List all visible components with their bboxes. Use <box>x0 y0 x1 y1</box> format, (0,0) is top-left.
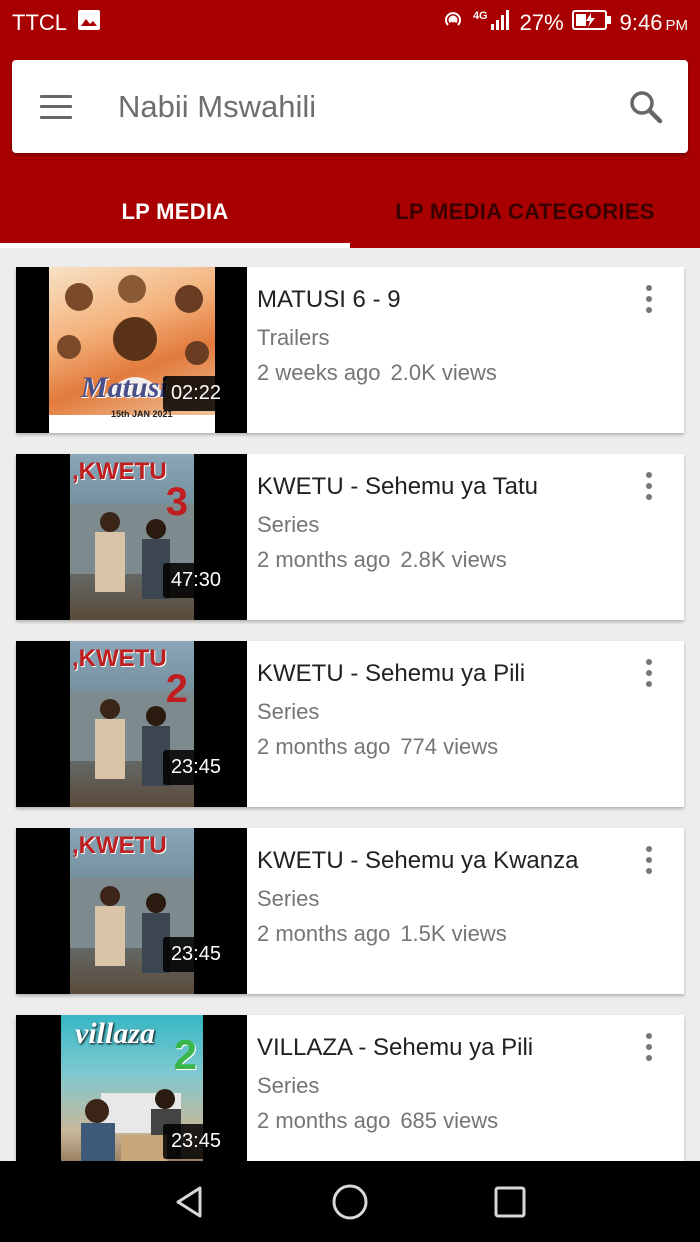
video-card[interactable]: ,KWETU 23:45 KWETU - Sehemu ya Kwanza Se… <box>16 828 684 994</box>
system-nav-bar <box>0 1161 700 1242</box>
search-icon[interactable] <box>628 89 664 125</box>
view-count: 1.5K views <box>400 921 507 946</box>
tab-bar: LP MEDIA LP MEDIA CATEGORIES <box>0 176 700 248</box>
poster-number: 3 <box>165 480 188 524</box>
network-type-label: 4G <box>472 10 488 22</box>
poster-number: 2 <box>173 1031 197 1078</box>
status-left: TTCL <box>12 9 101 37</box>
battery-charging-icon <box>571 10 612 36</box>
recent-apps-icon[interactable] <box>490 1182 530 1222</box>
video-meta: 2 months ago 685 views <box>257 1108 684 1134</box>
video-meta: 2 months ago 1.5K views <box>257 921 684 947</box>
search-bar[interactable]: Nabii Mswahili <box>12 60 688 153</box>
video-title[interactable]: KWETU - Sehemu ya Tatu <box>257 472 684 502</box>
view-count: 685 views <box>400 1108 499 1133</box>
video-category: Series <box>257 512 320 537</box>
back-icon[interactable] <box>170 1182 210 1222</box>
video-info[interactable]: KWETU - Sehemu ya Kwanza Series 2 months… <box>247 828 684 994</box>
duration-badge: 47:30 <box>162 563 229 598</box>
video-card[interactable]: Matusi 15th JAN 2021 02:22 MATUSI 6 - 9 … <box>16 267 684 433</box>
video-list: Matusi 15th JAN 2021 02:22 MATUSI 6 - 9 … <box>0 248 700 1161</box>
status-right: 4G 27% 9:46 PM <box>441 8 688 38</box>
more-options-icon[interactable] <box>644 846 654 874</box>
video-title[interactable]: KWETU - Sehemu ya Kwanza <box>257 846 684 876</box>
duration-badge: 23:45 <box>162 937 229 972</box>
upload-age: 2 months ago <box>257 1108 391 1133</box>
hamburger-menu-icon[interactable] <box>40 94 76 119</box>
video-thumbnail[interactable]: ,KWETU 23:45 <box>16 828 247 994</box>
poster-date: 15th JAN 2021 <box>111 409 173 419</box>
status-bar: TTCL 4G 27% 9:46 PM <box>0 0 700 46</box>
hotspot-icon <box>441 8 465 38</box>
video-category: Trailers <box>257 325 330 350</box>
upload-age: 2 months ago <box>257 547 391 572</box>
video-info[interactable]: KWETU - Sehemu ya Tatu Series 2 months a… <box>247 454 684 620</box>
upload-age: 2 months ago <box>257 734 391 759</box>
upload-age: 2 weeks ago <box>257 360 381 385</box>
duration-badge: 23:45 <box>162 750 229 785</box>
view-count: 2.8K views <box>400 547 507 572</box>
app-title: Nabii Mswahili <box>118 88 317 124</box>
clock: 9:46 PM <box>619 10 688 35</box>
video-info[interactable]: KWETU - Sehemu ya Pili Series 2 months a… <box>247 641 684 807</box>
view-count: 2.0K views <box>390 360 497 385</box>
battery-level: 27% <box>519 10 564 35</box>
video-thumbnail[interactable]: villaza 2 23:45 <box>16 1015 247 1161</box>
video-card[interactable]: ,KWETU 2 23:45 KWETU - Sehemu ya Pili Se… <box>16 641 684 807</box>
view-count: 774 views <box>400 734 499 759</box>
video-meta: 2 weeks ago 2.0K views <box>257 360 684 386</box>
video-thumbnail[interactable]: ,KWETU 2 23:45 <box>16 641 247 807</box>
home-icon[interactable] <box>330 1182 370 1222</box>
video-title[interactable]: MATUSI 6 - 9 <box>257 285 684 315</box>
video-card[interactable]: ,KWETU 3 47:30 KWETU - Sehemu ya Tatu Se… <box>16 454 684 620</box>
video-title[interactable]: KWETU - Sehemu ya Pili <box>257 659 684 689</box>
gallery-notification-icon <box>77 9 101 37</box>
video-title[interactable]: VILLAZA - Sehemu ya Pili <box>257 1033 684 1063</box>
video-thumbnail[interactable]: Matusi 15th JAN 2021 02:22 <box>16 267 247 433</box>
tab-lp-media[interactable]: LP MEDIA <box>0 176 350 248</box>
poster-title: ,KWETU <box>72 458 167 485</box>
poster-title: Matusi <box>81 371 168 404</box>
video-category: Series <box>257 886 320 911</box>
video-thumbnail[interactable]: ,KWETU 3 47:30 <box>16 454 247 620</box>
carrier-label: TTCL <box>12 10 67 35</box>
video-meta: 2 months ago 2.8K views <box>257 547 684 573</box>
upload-age: 2 months ago <box>257 921 391 946</box>
video-meta: 2 months ago 774 views <box>257 734 684 760</box>
video-category: Series <box>257 699 320 724</box>
more-options-icon[interactable] <box>644 1033 654 1061</box>
more-options-icon[interactable] <box>644 472 654 500</box>
more-options-icon[interactable] <box>644 285 654 313</box>
video-category: Series <box>257 1073 320 1098</box>
poster-title: villaza <box>75 1017 155 1050</box>
video-card[interactable]: villaza 2 23:45 VILLAZA - Sehemu ya Pili… <box>16 1015 684 1161</box>
app-header: Nabii Mswahili LP MEDIA LP MEDIA CATEGOR… <box>0 46 700 248</box>
poster-title: ,KWETU <box>72 832 167 859</box>
signal-icon <box>490 9 512 37</box>
video-info[interactable]: MATUSI 6 - 9 Trailers 2 weeks ago 2.0K vi… <box>247 267 684 433</box>
tab-lp-media-categories[interactable]: LP MEDIA CATEGORIES <box>350 176 700 248</box>
poster-title: ,KWETU <box>72 645 167 672</box>
duration-badge: 02:22 <box>162 376 229 411</box>
poster-number: 2 <box>165 667 188 711</box>
duration-badge: 23:45 <box>162 1124 229 1159</box>
video-info[interactable]: VILLAZA - Sehemu ya Pili Series 2 months… <box>247 1015 684 1161</box>
more-options-icon[interactable] <box>644 659 654 687</box>
